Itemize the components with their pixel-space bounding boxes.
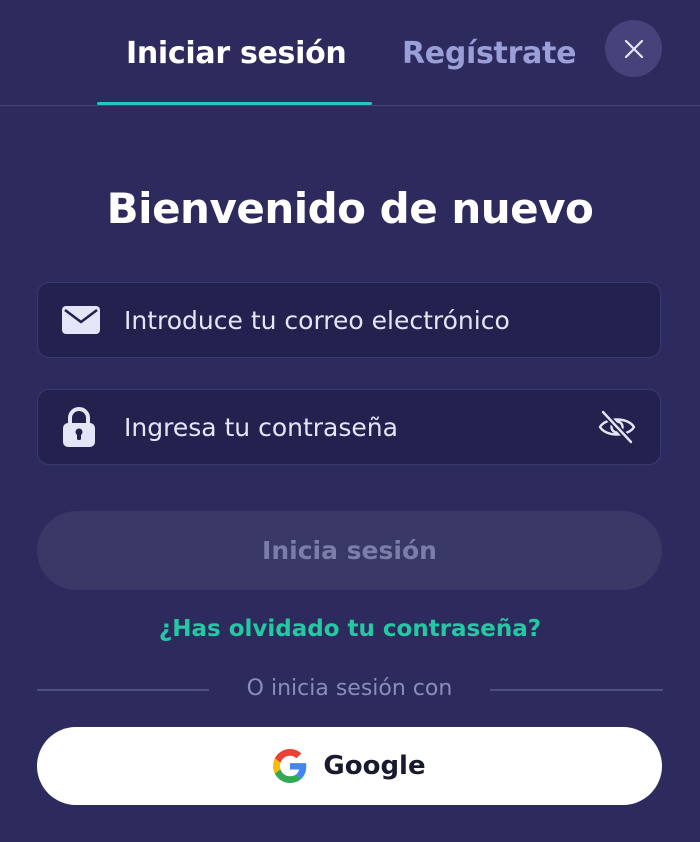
lock-icon	[62, 407, 96, 447]
close-icon	[623, 38, 645, 60]
login-submit-button[interactable]: Inicia sesión	[37, 511, 662, 590]
page-title: Bienvenido de nuevo	[106, 184, 594, 233]
google-icon	[273, 749, 307, 783]
divider-text: O inicia sesión con	[246, 676, 453, 701]
eye-slash-icon[interactable]	[598, 409, 636, 445]
mail-icon	[62, 306, 100, 334]
forgot-password-link[interactable]: ¿Has olvidado tu contraseña?	[0, 616, 700, 642]
divider-line-left	[37, 689, 209, 691]
google-login-button[interactable]: Google	[37, 727, 662, 805]
email-field[interactable]	[37, 282, 661, 358]
password-input[interactable]	[124, 390, 594, 464]
tab-login[interactable]: Iniciar sesión	[126, 34, 347, 74]
auth-tabs: Iniciar sesión Regístrate	[0, 0, 700, 106]
password-field[interactable]	[37, 389, 661, 465]
tab-register[interactable]: Regístrate	[402, 34, 576, 74]
divider-line-right	[490, 689, 663, 691]
close-button[interactable]	[605, 20, 662, 77]
active-tab-indicator	[97, 102, 372, 105]
email-input[interactable]	[124, 283, 594, 357]
google-button-label: Google	[323, 751, 426, 781]
